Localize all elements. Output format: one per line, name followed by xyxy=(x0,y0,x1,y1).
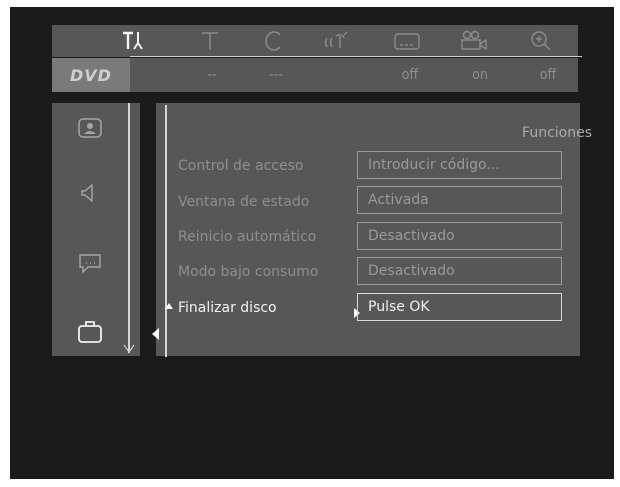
panel-divider xyxy=(165,105,167,357)
auto-resume-field[interactable]: Desactivado xyxy=(357,222,562,250)
zoom-value: off xyxy=(539,67,557,83)
subtitle-value: off xyxy=(401,67,419,83)
camera-angle-icon[interactable] xyxy=(454,25,494,57)
speaker-icon[interactable] xyxy=(70,176,110,210)
access-control-field[interactable]: Introducir código... xyxy=(357,151,562,179)
low-power-label: Modo bajo consumo xyxy=(178,264,319,280)
up-arrow-icon xyxy=(165,303,173,309)
top-icon-bar xyxy=(52,25,578,57)
sidebar-scrollbar[interactable] xyxy=(128,103,130,353)
left-pointer-icon xyxy=(152,328,159,340)
bar-divider xyxy=(130,56,582,57)
angle-value: on xyxy=(472,67,488,83)
audio-icon[interactable] xyxy=(317,25,357,57)
subtitle-icon[interactable] xyxy=(387,25,427,57)
status-window-label: Ventana de estado xyxy=(178,194,310,210)
chapter-value: --- xyxy=(269,67,283,83)
chapter-icon[interactable] xyxy=(254,25,294,57)
panel-title: Funciones xyxy=(522,125,592,141)
speech-bubble-icon[interactable] xyxy=(70,246,110,280)
title-icon[interactable] xyxy=(190,25,230,57)
picture-icon[interactable] xyxy=(70,111,110,145)
chevron-down-icon[interactable] xyxy=(123,344,135,354)
auto-resume-label: Reinicio automático xyxy=(178,229,317,245)
dvd-logo: DVD xyxy=(52,58,130,92)
zoom-icon[interactable] xyxy=(522,25,562,57)
status-window-field[interactable]: Activada xyxy=(357,186,562,214)
finalize-disc-label: Finalizar disco xyxy=(178,300,277,316)
access-control-label: Control de acceso xyxy=(178,158,304,174)
low-power-field[interactable]: Desactivado xyxy=(357,257,562,285)
finalize-disc-field[interactable]: Pulse OK xyxy=(357,293,562,321)
wrench-icon[interactable] xyxy=(114,25,154,57)
briefcase-icon[interactable] xyxy=(70,315,110,349)
value-row: DVD -- --- off on off xyxy=(52,58,578,92)
title-value: -- xyxy=(207,67,217,83)
tv-screen: DVD -- --- off on off Funciones Control … xyxy=(10,7,614,479)
category-sidebar xyxy=(52,103,140,356)
